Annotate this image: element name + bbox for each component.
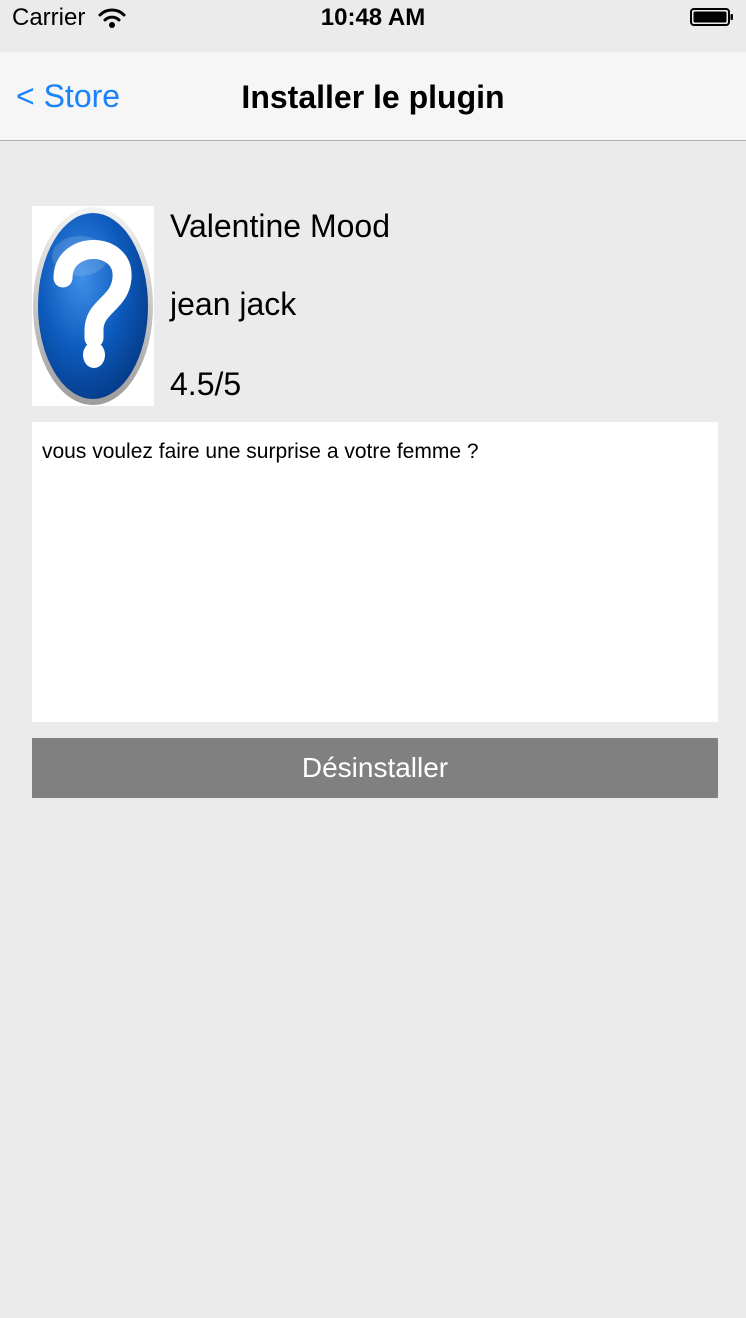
plugin-rating: 4.5/5 bbox=[170, 366, 242, 402]
uninstall-button[interactable]: Désinstaller bbox=[32, 738, 718, 798]
plugin-name: Valentine Mood bbox=[170, 208, 390, 244]
status-time: 10:48 AM bbox=[320, 4, 426, 31]
plugin-author: jean jack bbox=[170, 286, 297, 322]
battery-icon bbox=[690, 8, 733, 26]
status-bar: Carrier 10:48 AM bbox=[0, 0, 746, 52]
navigation-bar: < Store Installer le plugin bbox=[0, 52, 746, 141]
plugin-description: vous voulez faire une surprise a votre f… bbox=[32, 422, 718, 722]
page-title: Installer le plugin bbox=[241, 79, 505, 115]
plugin-icon bbox=[32, 206, 154, 406]
question-mark-icon bbox=[33, 207, 153, 405]
